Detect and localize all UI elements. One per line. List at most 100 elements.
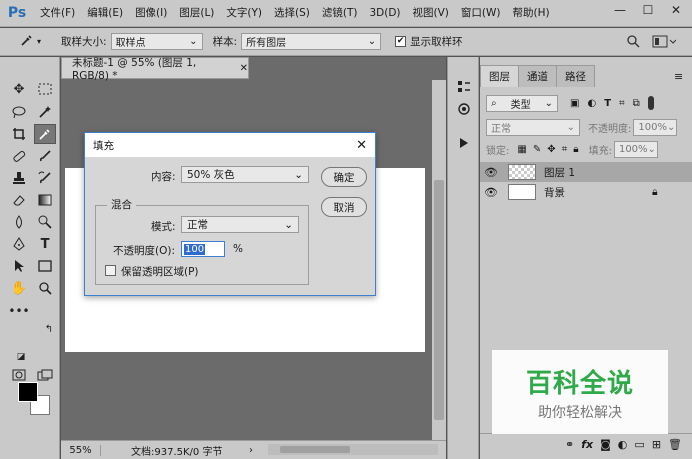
menu-file[interactable]: 文件(F) — [34, 0, 81, 27]
filter-pixel-icon[interactable]: ▣ — [570, 98, 579, 109]
zoom-level[interactable]: 55% — [61, 444, 101, 456]
eye-icon[interactable]: 👁︎ — [480, 166, 502, 179]
eyedropper-tool-icon[interactable] — [34, 124, 56, 144]
lock-artboard-icon[interactable]: ⌗ — [562, 144, 568, 155]
zoom-tool-icon[interactable] — [34, 278, 56, 298]
close-window-button[interactable]: ✕ — [662, 1, 690, 19]
sample-size-select[interactable]: 取样点 ⌄ — [110, 33, 203, 50]
menu-3d[interactable]: 3D(D) — [363, 0, 406, 27]
clone-stamp-tool-icon[interactable] — [8, 168, 30, 188]
tab-layers[interactable]: 图层 — [480, 65, 519, 87]
lock-all-icon[interactable]: 🔒︎ — [573, 144, 578, 155]
add-mask-icon[interactable]: ◙ — [600, 438, 611, 451]
chevron-down-icon[interactable]: ▾ — [37, 37, 41, 46]
history-brush-tool-icon[interactable] — [34, 168, 56, 188]
close-icon[interactable]: ✕ — [240, 63, 248, 74]
play-action-icon[interactable] — [454, 133, 474, 153]
search-icon[interactable] — [626, 34, 640, 51]
new-layer-icon[interactable]: ⊞ — [652, 438, 661, 451]
preserve-transparency-checkbox[interactable] — [105, 265, 116, 276]
default-colors-icon[interactable]: ◪ — [10, 347, 32, 367]
layer-style-icon[interactable]: fx — [581, 438, 593, 451]
layer-row[interactable]: 👁︎ 背景 🔒︎ — [480, 182, 692, 202]
history-panel-icon[interactable] — [454, 77, 474, 97]
menu-layer[interactable]: 图层(L) — [173, 0, 220, 27]
lock-transparent-icon[interactable]: ▦ — [517, 144, 526, 155]
chevron-right-icon[interactable]: › — [249, 445, 253, 456]
quick-mask-icon[interactable] — [8, 365, 30, 385]
minimize-button[interactable]: — — [606, 1, 634, 19]
pen-tool-icon[interactable] — [8, 234, 30, 254]
opacity-select[interactable]: 100% ⌄ — [633, 118, 678, 136]
panel-menu-icon[interactable]: ≡ — [674, 70, 683, 83]
path-selection-tool-icon[interactable] — [8, 256, 30, 276]
blur-tool-icon[interactable] — [8, 212, 30, 232]
vertical-scrollbar[interactable] — [432, 80, 446, 440]
move-tool-icon[interactable]: ✥ — [8, 79, 30, 99]
blend-mode-select[interactable]: 正常 ⌄ — [486, 118, 580, 136]
menu-window[interactable]: 窗口(W) — [455, 0, 507, 27]
workspace-icon[interactable] — [652, 35, 677, 51]
properties-panel-icon[interactable] — [454, 99, 474, 119]
watermark-subtitle: 助你轻松解决 — [538, 404, 622, 421]
type-tool-icon[interactable]: T — [34, 234, 56, 254]
healing-brush-tool-icon[interactable] — [8, 146, 30, 166]
opacity-value: 100% — [638, 121, 667, 133]
content-select[interactable]: 50% 灰色 ⌄ — [181, 166, 309, 183]
link-layers-icon[interactable]: ⚭ — [565, 438, 574, 451]
layer-row[interactable]: 👁︎ 图层 1 — [480, 162, 692, 182]
fill-select[interactable]: 100% ⌄ — [613, 140, 658, 158]
cancel-button[interactable]: 取消 — [321, 197, 367, 217]
magic-wand-tool-icon[interactable] — [34, 102, 56, 122]
horizontal-scrollbar[interactable] — [268, 444, 438, 455]
filter-smart-object-icon[interactable]: ⧉ — [633, 98, 640, 109]
filter-toggle-icon[interactable] — [647, 96, 654, 110]
gradient-tool-icon[interactable] — [34, 190, 56, 210]
lasso-tool-icon[interactable] — [8, 102, 30, 122]
lock-position-icon[interactable]: ✥ — [547, 144, 555, 155]
menu-filter[interactable]: 滤镜(T) — [316, 0, 364, 27]
sample-select[interactable]: 所有图层 ⌄ — [241, 33, 382, 50]
mode-select[interactable]: 正常 ⌄ — [181, 216, 299, 233]
foreground-color-swatch[interactable] — [18, 382, 38, 402]
lock-pixels-icon[interactable]: ✎ — [533, 144, 541, 155]
close-icon[interactable]: ✕ — [356, 138, 367, 153]
adjustment-layer-icon[interactable]: ◐ — [618, 438, 628, 451]
rectangle-tool-icon[interactable] — [34, 256, 56, 276]
menu-image[interactable]: 图像(I) — [129, 0, 173, 27]
eye-icon[interactable]: 👁︎ — [480, 186, 502, 199]
menu-view[interactable]: 视图(V) — [407, 0, 455, 27]
document-tab[interactable]: 未标题-1 @ 55% (图层 1, RGB/8) * ✕ — [61, 57, 249, 82]
tab-paths[interactable]: 路径 — [556, 65, 595, 87]
scrollbar-thumb[interactable] — [434, 180, 444, 420]
restore-button[interactable]: ☐ — [634, 1, 662, 19]
hand-tool-icon[interactable]: ✋ — [8, 278, 30, 298]
filter-adjustment-icon[interactable]: ◐ — [587, 98, 596, 109]
opacity-value: 100 — [184, 243, 206, 255]
new-group-icon[interactable]: ▭ — [634, 438, 644, 451]
menu-type[interactable]: 文字(Y) — [220, 0, 268, 27]
menu-help[interactable]: 帮助(H) — [507, 0, 556, 27]
crop-tool-icon[interactable] — [8, 124, 30, 144]
marquee-tool-icon[interactable] — [34, 79, 56, 99]
layer-filter-select[interactable]: ⌕ 类型 ⌄ — [486, 94, 558, 112]
menu-select[interactable]: 选择(S) — [268, 0, 316, 27]
screen-mode-icon[interactable] — [34, 365, 56, 385]
scrollbar-thumb[interactable] — [280, 446, 350, 453]
layer-name: 背景 — [544, 186, 565, 199]
opacity-input[interactable]: 100 — [181, 241, 225, 257]
eraser-tool-icon[interactable] — [8, 190, 30, 210]
filter-type-icon[interactable]: T — [604, 98, 611, 109]
tab-channels[interactable]: 通道 — [518, 65, 557, 87]
ok-button[interactable]: 确定 — [321, 167, 367, 187]
brush-tool-icon[interactable] — [34, 146, 56, 166]
swap-colors-icon[interactable]: ↰ — [38, 319, 60, 339]
filter-shape-icon[interactable]: ⌗ — [619, 98, 625, 109]
show-ring-checkbox[interactable]: ✔ — [395, 36, 407, 47]
delete-layer-icon[interactable]: 🗑︎ — [668, 438, 682, 451]
dodge-tool-icon[interactable] — [34, 212, 56, 232]
more-tools-icon[interactable]: ••• — [8, 301, 30, 321]
fill-value: 100% — [618, 143, 648, 155]
menu-edit[interactable]: 编辑(E) — [81, 0, 129, 27]
eyedropper-tool-icon[interactable] — [20, 33, 34, 51]
